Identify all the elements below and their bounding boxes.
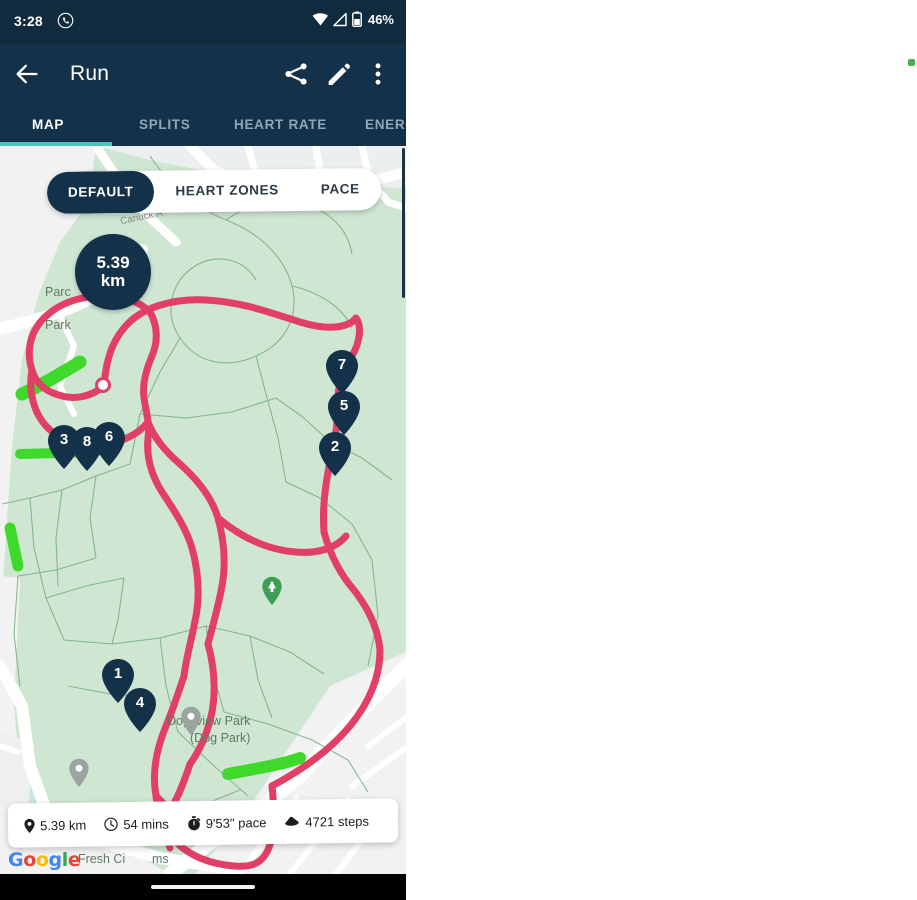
page-title: Run — [70, 62, 110, 85]
stopwatch-icon — [187, 815, 201, 830]
app-bar: Run — [0, 44, 406, 104]
distance-value: 5.39 — [96, 252, 130, 272]
system-navigation-bar — [0, 874, 406, 900]
cell-signal-icon — [333, 12, 347, 26]
split-marker-5[interactable]: 5 — [327, 390, 361, 436]
stat-pace-value: 9'53" pace — [205, 814, 267, 831]
phone-screen: 3:28 46% Run MAP SPLITS HEART RATE ENER … — [0, 0, 406, 900]
back-arrow-icon[interactable] — [13, 60, 41, 88]
clock-icon — [104, 817, 118, 831]
generic-poi-pin-fresh[interactable] — [180, 706, 202, 736]
generic-poi-pin-teefa[interactable] — [68, 758, 90, 788]
map-canvas[interactable]: Canuck A Parc Park Dogsview Park (Dog Pa… — [0, 146, 406, 874]
tab-bar: MAP SPLITS HEART RATE ENERGY — [0, 104, 406, 146]
split-marker-7[interactable]: 7 — [325, 349, 359, 395]
blank-right-pane — [406, 0, 917, 900]
map-mode-pace[interactable]: PACE — [300, 168, 381, 211]
split-marker-4[interactable]: 4 — [123, 687, 157, 733]
tab-energy[interactable]: ENERGY — [365, 104, 406, 146]
status-clock: 3:28 — [14, 13, 43, 29]
distance-unit: km — [100, 271, 126, 290]
pencil-icon[interactable] — [324, 60, 352, 88]
tab-map[interactable]: MAP — [32, 104, 64, 146]
stat-steps: 4721 steps — [275, 813, 378, 829]
dog-park-pin[interactable] — [261, 576, 283, 606]
map-mode-heart-zones[interactable]: HEART ZONES — [154, 169, 300, 213]
shoe-icon — [285, 816, 300, 826]
share-icon[interactable] — [282, 60, 310, 88]
green-status-dot — [908, 59, 915, 66]
stat-duration: 54 mins — [95, 816, 178, 832]
map-vertical-scrollbar[interactable] — [402, 148, 405, 298]
distance-bubble[interactable]: 5.39 km — [75, 234, 151, 310]
whatsapp-icon — [57, 12, 74, 29]
split-marker-2[interactable]: 2 — [318, 431, 352, 477]
tab-splits[interactable]: SPLITS — [139, 104, 190, 146]
home-gesture-handle[interactable] — [151, 885, 255, 889]
run-summary-card: 5.39 km 54 mins 9'53" pace 4721 steps — [7, 798, 399, 848]
map-mode-switcher: DEFAULT HEART ZONES PACE — [46, 167, 381, 215]
battery-icon — [352, 11, 362, 27]
stat-distance: 5.39 km — [8, 817, 95, 833]
stat-duration-value: 54 mins — [123, 815, 169, 832]
status-icons: 46% — [312, 11, 394, 27]
google-attribution-logo: Google — [8, 849, 81, 871]
map-graphics — [0, 146, 406, 874]
stat-steps-value: 4721 steps — [305, 813, 370, 830]
split-marker-6[interactable]: 6 — [92, 421, 126, 467]
more-vertical-icon[interactable] — [364, 60, 392, 88]
stat-distance-value: 5.39 km — [39, 817, 87, 833]
map-mode-default[interactable]: DEFAULT — [46, 170, 155, 215]
location-pin-icon — [24, 818, 35, 833]
battery-percent-label: 46% — [367, 11, 394, 27]
status-bar: 3:28 46% — [0, 0, 406, 44]
route-start-point — [95, 377, 111, 393]
wifi-icon — [312, 12, 328, 25]
stat-pace: 9'53" pace — [178, 814, 276, 830]
tab-heart-rate[interactable]: HEART RATE — [234, 104, 327, 146]
